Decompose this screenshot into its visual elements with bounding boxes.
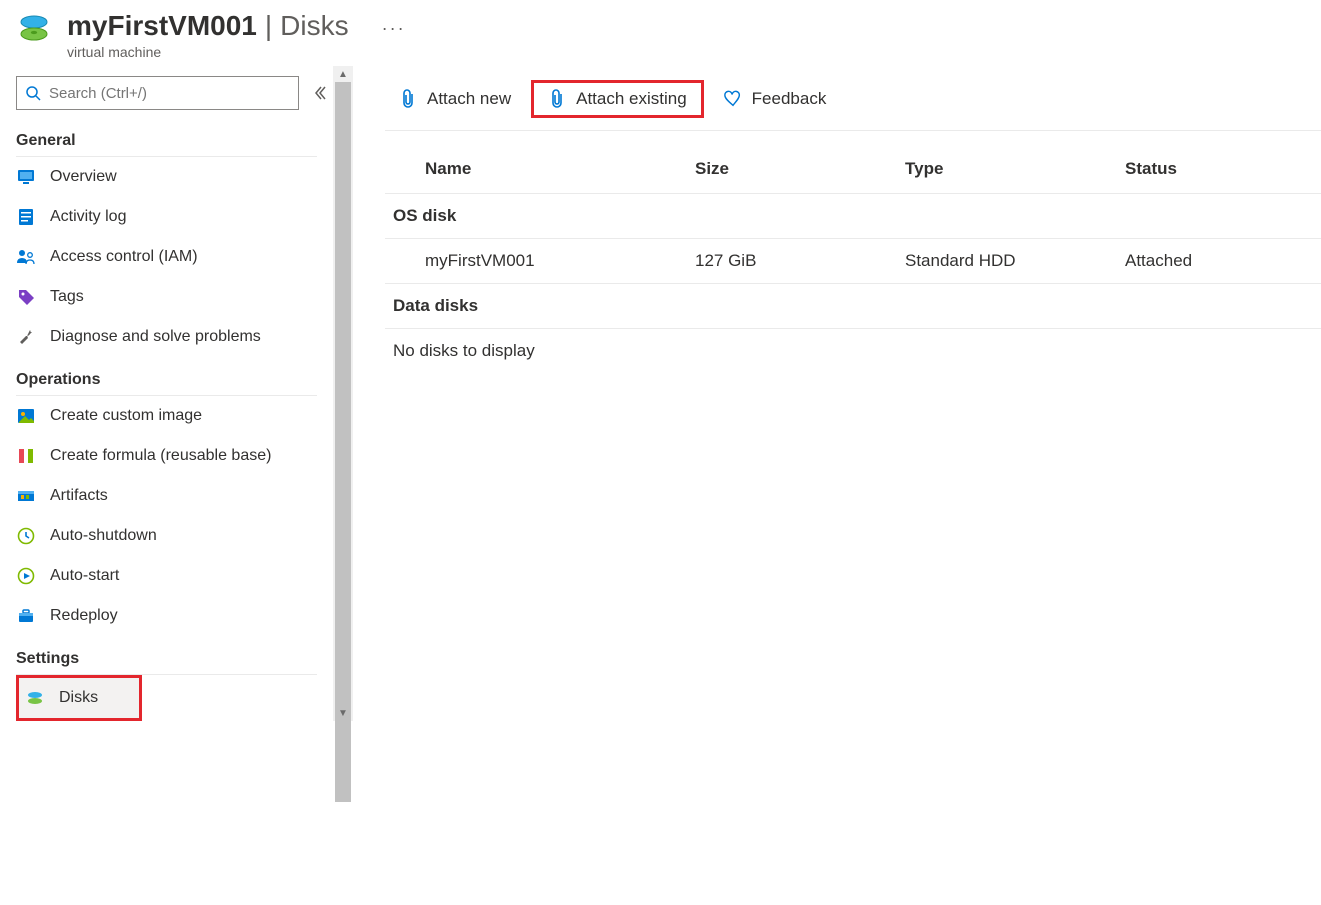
sidebar-item-label: Auto-start — [50, 567, 119, 585]
highlight-box-attach-existing: Attach existing — [531, 80, 704, 118]
cell-size: 127 GiB — [695, 251, 905, 271]
sidebar-item-access-control[interactable]: Access control (IAM) — [16, 237, 333, 277]
log-icon — [16, 207, 36, 227]
main-content: Attach new Attach existing Feedback — [353, 66, 1321, 721]
resource-type-label: virtual machine — [67, 44, 349, 60]
table-row[interactable]: myFirstVM001 127 GiB Standard HDD Attach… — [385, 239, 1321, 284]
search-icon — [25, 85, 41, 101]
blade-name: Disks — [280, 10, 348, 42]
sidebar-item-label: Diagnose and solve problems — [50, 328, 261, 346]
collapse-sidebar-button[interactable] — [307, 80, 333, 106]
sidebar-item-label: Activity log — [50, 208, 126, 226]
clock-icon — [16, 526, 36, 546]
feedback-button[interactable]: Feedback — [710, 83, 841, 115]
more-menu-button[interactable]: ··· — [382, 10, 406, 39]
sidebar: General Overview Activity log Access con… — [0, 66, 333, 721]
toolbar: Attach new Attach existing Feedback — [385, 66, 1321, 131]
toolbar-button-label: Feedback — [752, 89, 827, 109]
col-header-status: Status — [1125, 159, 1305, 179]
sidebar-section-operations: Operations — [16, 357, 317, 396]
people-icon — [16, 247, 36, 267]
title-separator: | — [265, 10, 272, 42]
sidebar-item-label: Artifacts — [50, 487, 108, 505]
attach-existing-button[interactable]: Attach existing — [534, 83, 701, 115]
sidebar-scrollbar[interactable]: ▲ ▼ — [333, 66, 353, 721]
wrench-icon — [16, 327, 36, 347]
sidebar-item-overview[interactable]: Overview — [16, 157, 333, 197]
col-header-size: Size — [695, 159, 905, 179]
sidebar-item-label: Create custom image — [50, 407, 202, 425]
sidebar-item-label: Create formula (reusable base) — [50, 447, 271, 465]
sidebar-item-diagnose[interactable]: Diagnose and solve problems — [16, 317, 333, 357]
search-input[interactable] — [49, 85, 290, 102]
sidebar-item-auto-start[interactable]: Auto-start — [16, 556, 333, 596]
sidebar-item-artifacts[interactable]: Artifacts — [16, 476, 333, 516]
data-disks-empty: No disks to display — [385, 329, 1321, 373]
sidebar-section-settings: Settings — [16, 636, 317, 675]
sidebar-item-tags[interactable]: Tags — [16, 277, 333, 317]
data-disks-section-header: Data disks — [385, 284, 1321, 329]
sidebar-item-label: Overview — [50, 168, 117, 186]
heart-icon — [724, 90, 742, 108]
page-header: myFirstVM001 | Disks virtual machine ··· — [0, 0, 1321, 66]
attach-new-button[interactable]: Attach new — [385, 83, 525, 115]
sidebar-item-label: Access control (IAM) — [50, 248, 198, 266]
page-title: myFirstVM001 | Disks — [67, 10, 349, 42]
os-disk-section-header: OS disk — [385, 194, 1321, 239]
table-header-row: Name Size Type Status — [385, 149, 1321, 194]
sidebar-item-create-custom-image[interactable]: Create custom image — [16, 396, 333, 436]
sidebar-item-label: Disks — [59, 689, 98, 707]
highlight-box-disks: Disks — [16, 675, 142, 721]
formula-icon — [16, 446, 36, 466]
tag-icon — [16, 287, 36, 307]
sidebar-item-label: Tags — [50, 288, 84, 306]
col-header-name: Name — [425, 159, 695, 179]
disks-table: Name Size Type Status OS disk myFirstVM0… — [385, 149, 1321, 373]
disks-icon — [25, 688, 45, 708]
sidebar-section-general: General — [16, 118, 317, 157]
sidebar-item-auto-shutdown[interactable]: Auto-shutdown — [16, 516, 333, 556]
clock-start-icon — [16, 566, 36, 586]
briefcase-icon — [16, 606, 36, 626]
sidebar-item-label: Auto-shutdown — [50, 527, 157, 545]
sidebar-item-disks[interactable]: Disks — [19, 678, 139, 718]
toolbar-button-label: Attach new — [427, 89, 511, 109]
scroll-down-icon[interactable]: ▼ — [333, 705, 353, 721]
cell-type: Standard HDD — [905, 251, 1125, 271]
col-header-type: Type — [905, 159, 1125, 179]
paperclip-icon — [548, 90, 566, 108]
paperclip-icon — [399, 90, 417, 108]
sidebar-item-create-formula[interactable]: Create formula (reusable base) — [16, 436, 333, 476]
cell-status: Attached — [1125, 251, 1305, 271]
search-input-container[interactable] — [16, 76, 299, 110]
monitor-icon — [16, 167, 36, 187]
toolbar-button-label: Attach existing — [576, 89, 687, 109]
vm-icon — [16, 10, 52, 46]
scroll-up-icon[interactable]: ▲ — [333, 66, 353, 82]
resource-name: myFirstVM001 — [67, 10, 257, 42]
image-icon — [16, 406, 36, 426]
sidebar-item-activity-log[interactable]: Activity log — [16, 197, 333, 237]
sidebar-item-redeploy[interactable]: Redeploy — [16, 596, 333, 636]
scroll-thumb[interactable] — [335, 82, 351, 802]
cell-name: myFirstVM001 — [425, 251, 695, 271]
sidebar-item-label: Redeploy — [50, 607, 118, 625]
artifacts-icon — [16, 486, 36, 506]
